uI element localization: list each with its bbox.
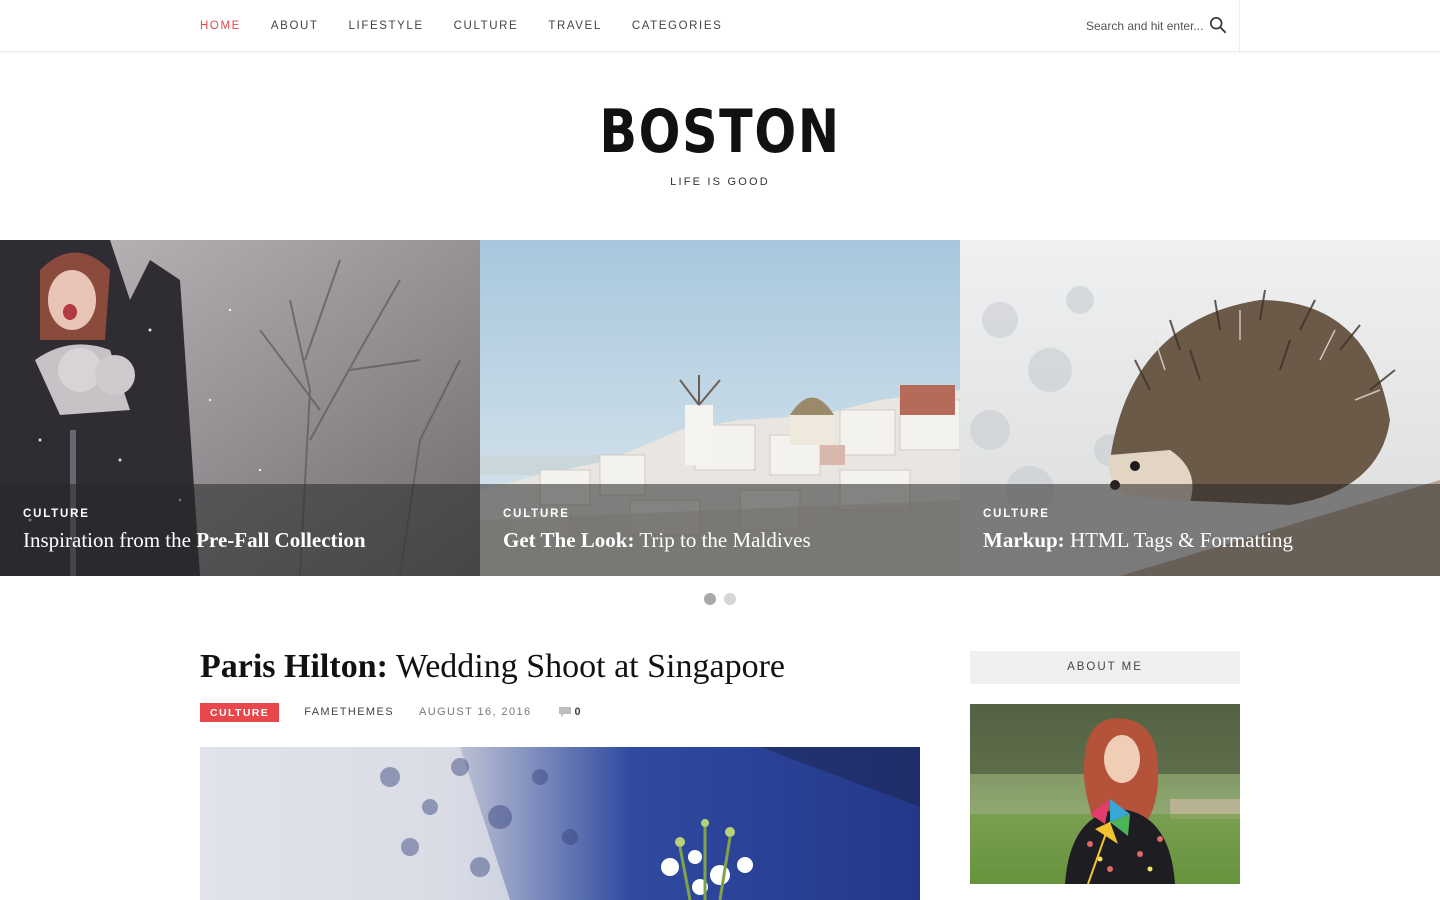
site-branding: BOSTON Life is good [0,96,1440,188]
nav-item-travel[interactable]: Travel [548,20,601,32]
nav-item-culture[interactable]: Culture [454,20,519,32]
slide-title[interactable]: Inspiration from the Pre-Fall Collection [23,528,366,553]
about-me-image [970,704,1240,884]
speech-bubble-icon [558,707,571,717]
post-category-badge[interactable]: Culture [200,702,280,722]
search-input[interactable] [1084,17,1213,34]
slide-title-plain: Inspiration from the [23,528,197,552]
nav-item-about[interactable]: About [271,20,319,32]
slide-category[interactable]: Culture [23,508,90,520]
slide-title-plain-after: HTML Tags & Formatting [1064,528,1294,552]
slide-title-bold: Markup: [983,528,1065,552]
featured-slide[interactable]: Culture Get The Look: Trip to the Maldiv… [480,240,960,576]
slider-dot-1[interactable] [704,593,716,605]
post-author[interactable]: FameThemes [304,706,394,718]
post-title[interactable]: Paris Hilton: Wedding Shoot at Singapore [200,648,785,686]
nav-item-categories[interactable]: Categories [632,20,723,32]
slider-pagination [0,593,1440,605]
slide-caption: Culture Inspiration from the Pre-Fall Co… [0,484,480,576]
nav-item-lifestyle[interactable]: Lifestyle [349,20,424,32]
post-comment-count: 0 [574,706,581,718]
post-date: August 16, 2016 [418,706,532,718]
featured-slider: Culture Inspiration from the Pre-Fall Co… [0,240,1440,576]
post-meta: Culture FameThemes August 16, 2016 0 [200,702,581,722]
slide-title-plain-after: Trip to the Maldives [634,528,811,552]
sidebar-widget-title: About Me [970,651,1240,684]
slider-dot-2[interactable] [724,593,736,605]
slide-caption: Culture Markup: HTML Tags & Formatting [960,484,1440,576]
slide-title-bold: Get The Look: [503,528,635,552]
post-image-flowers [200,747,920,900]
magnifier-icon[interactable] [1209,16,1227,34]
nav-item-home[interactable]: Home [200,20,241,32]
slide-caption: Culture Get The Look: Trip to the Maldiv… [480,484,960,576]
featured-slide[interactable]: Culture Markup: HTML Tags & Formatting [960,240,1440,576]
search-box [1070,0,1240,51]
post-title-bold: Paris Hilton: [200,648,388,685]
site-tagline: Life is good [670,176,770,188]
slide-category[interactable]: Culture [503,508,570,520]
post-featured-image[interactable] [200,747,920,900]
slide-title[interactable]: Get The Look: Trip to the Maldives [503,528,811,553]
slide-category[interactable]: Culture [983,508,1050,520]
slide-title[interactable]: Markup: HTML Tags & Formatting [983,528,1293,553]
post-title-rest: Wedding Shoot at Singapore [387,648,785,685]
main-menu: Home About Lifestyle Culture Travel Cate… [200,0,752,51]
featured-slide[interactable]: Culture Inspiration from the Pre-Fall Co… [0,240,480,576]
site-logo[interactable]: BOSTON [599,96,840,168]
about-me-photo [970,704,1240,884]
post-comments-link[interactable]: 0 [558,706,581,718]
slide-title-bold: Pre-Fall Collection [196,528,366,552]
top-navigation-bar: Home About Lifestyle Culture Travel Cate… [0,0,1440,52]
